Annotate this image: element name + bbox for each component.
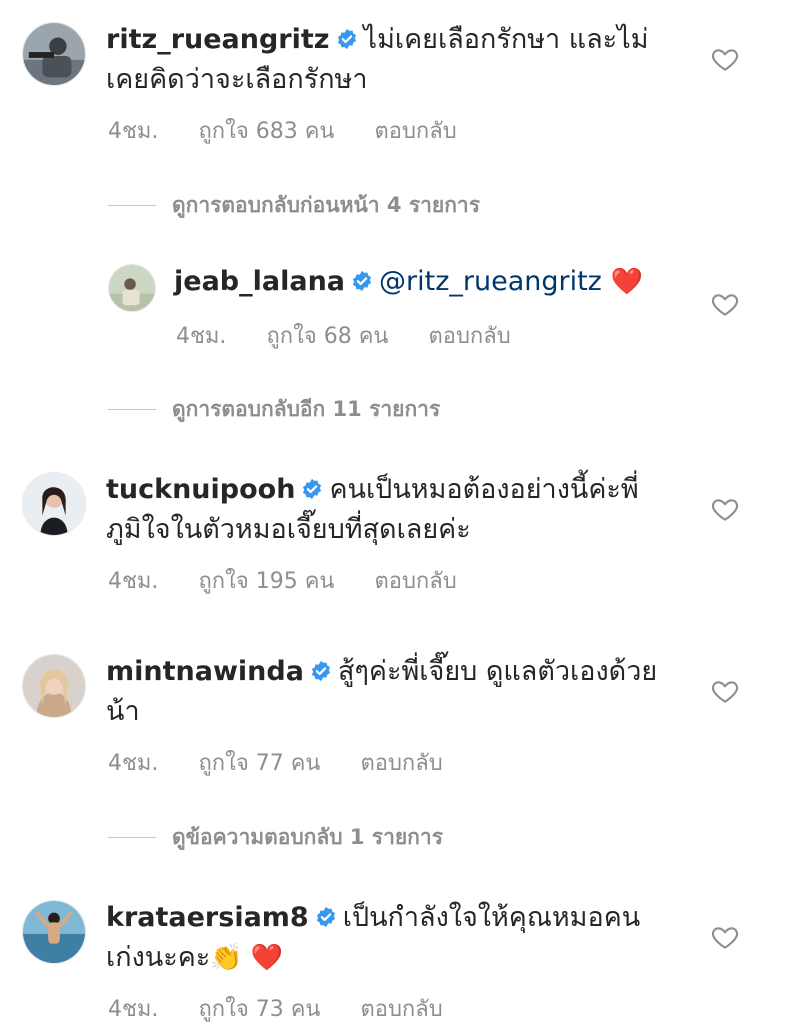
comment-text: mintnawinda สู้ๆค่ะพี่เจี๊ยบ ดูแลตัวเองด้… <box>106 652 686 732</box>
view-replies-label[interactable]: ดูข้อความตอบกลับ 1 รายการ <box>172 821 443 854</box>
timestamp: 4ชม. <box>108 569 159 594</box>
comment-meta: 4ชม. ถูกใจ 683 คน ตอบกลับ <box>108 113 457 148</box>
comment-meta: 4ชม. ถูกใจ 73 คน ตอบกลับ <box>108 991 443 1024</box>
comment-text-line2: น้า <box>106 696 140 727</box>
comment-text-line2: ภูมิใจในตัวหมอเจี๊ยบที่สุดเลยค่ะ <box>106 514 471 545</box>
comment-text-line1: ไม่เคยเลือกรักษา และไม่ <box>363 24 649 55</box>
view-replies-label[interactable]: ดูการตอบกลับอีก 11 รายการ <box>172 393 440 426</box>
username[interactable]: jeab_lalana <box>174 266 345 297</box>
comment-text: jeab_lalana @ritz_rueangritz ❤️ <box>174 262 674 302</box>
likes-count[interactable]: ถูกใจ 683 คน <box>198 119 334 144</box>
timestamp: 4ชม. <box>108 997 159 1022</box>
username[interactable]: mintnawinda <box>106 656 304 687</box>
avatar[interactable] <box>22 654 86 718</box>
likes-count[interactable]: ถูกใจ 73 คน <box>198 997 320 1022</box>
divider <box>108 204 156 206</box>
verified-badge-icon <box>336 28 358 50</box>
divider <box>108 408 156 410</box>
comment-meta: 4ชม. ถูกใจ 195 คน ตอบกลับ <box>108 563 457 598</box>
comment-text-line1: สู้ๆค่ะพี่เจี๊ยบ ดูแลตัวเองด้วย <box>337 656 658 687</box>
view-previous-replies[interactable]: ดูการตอบกลับก่อนหน้า 4 รายการ <box>108 190 480 220</box>
likes-count[interactable]: ถูกใจ 195 คน <box>198 569 334 594</box>
clap-heart-emoji: 👏 ❤️ <box>210 943 284 973</box>
view-more-replies[interactable]: ดูการตอบกลับอีก 11 รายการ <box>108 394 440 424</box>
like-heart-icon[interactable] <box>710 44 740 74</box>
comment-text-line1: เป็นกำลังใจให้คุณหมอคน <box>342 902 641 933</box>
divider <box>108 836 156 838</box>
likes-count[interactable]: ถูกใจ 68 คน <box>266 324 388 349</box>
verified-badge-icon <box>351 270 373 292</box>
comment-text-line2: เคยคิดว่าจะเลือกรักษา <box>106 64 368 95</box>
reply-button[interactable]: ตอบกลับ <box>360 751 442 776</box>
reply-button[interactable]: ตอบกลับ <box>374 119 456 144</box>
like-heart-icon[interactable] <box>710 289 740 319</box>
view-replies[interactable]: ดูข้อความตอบกลับ 1 รายการ <box>108 822 443 852</box>
verified-badge-icon <box>315 906 337 928</box>
username[interactable]: tucknuipooh <box>106 474 295 505</box>
comment-text-line2: เก่งนะคะ <box>106 942 211 973</box>
reply-button[interactable]: ตอบกลับ <box>374 569 456 594</box>
avatar[interactable] <box>22 900 86 964</box>
avatar[interactable] <box>108 264 156 312</box>
avatar[interactable] <box>22 22 86 86</box>
like-heart-icon[interactable] <box>710 494 740 524</box>
mention-link[interactable]: @ritz_rueangritz <box>379 266 602 297</box>
like-heart-icon[interactable] <box>710 676 740 706</box>
comment-meta: 4ชม. ถูกใจ 68 คน ตอบกลับ <box>176 318 511 353</box>
timestamp: 4ชม. <box>108 119 159 144</box>
comment-text: ritz_rueangritz ไม่เคยเลือกรักษา และไม่ เ… <box>106 20 666 100</box>
reply-button[interactable]: ตอบกลับ <box>428 324 510 349</box>
comment-text: krataersiam8 เป็นกำลังใจให้คุณหมอคน เก่งน… <box>106 898 686 978</box>
verified-badge-icon <box>301 478 323 500</box>
like-heart-icon[interactable] <box>710 922 740 952</box>
comment-text-line1: คนเป็นหมอต้องอย่างนี้ค่ะพี่ <box>329 474 639 505</box>
reply-button[interactable]: ตอบกลับ <box>360 997 442 1022</box>
comment-text: tucknuipooh คนเป็นหมอต้องอย่างนี้ค่ะพี่ ภ… <box>106 470 686 550</box>
view-replies-label[interactable]: ดูการตอบกลับก่อนหน้า 4 รายการ <box>172 189 480 222</box>
comment-meta: 4ชม. ถูกใจ 77 คน ตอบกลับ <box>108 745 443 780</box>
username[interactable]: ritz_rueangritz <box>106 24 330 55</box>
timestamp: 4ชม. <box>108 751 159 776</box>
username[interactable]: krataersiam8 <box>106 902 309 933</box>
likes-count[interactable]: ถูกใจ 77 คน <box>198 751 320 776</box>
verified-badge-icon <box>310 660 332 682</box>
timestamp: 4ชม. <box>176 324 227 349</box>
heart-emoji: ❤️ <box>610 267 643 297</box>
avatar[interactable] <box>22 472 86 536</box>
